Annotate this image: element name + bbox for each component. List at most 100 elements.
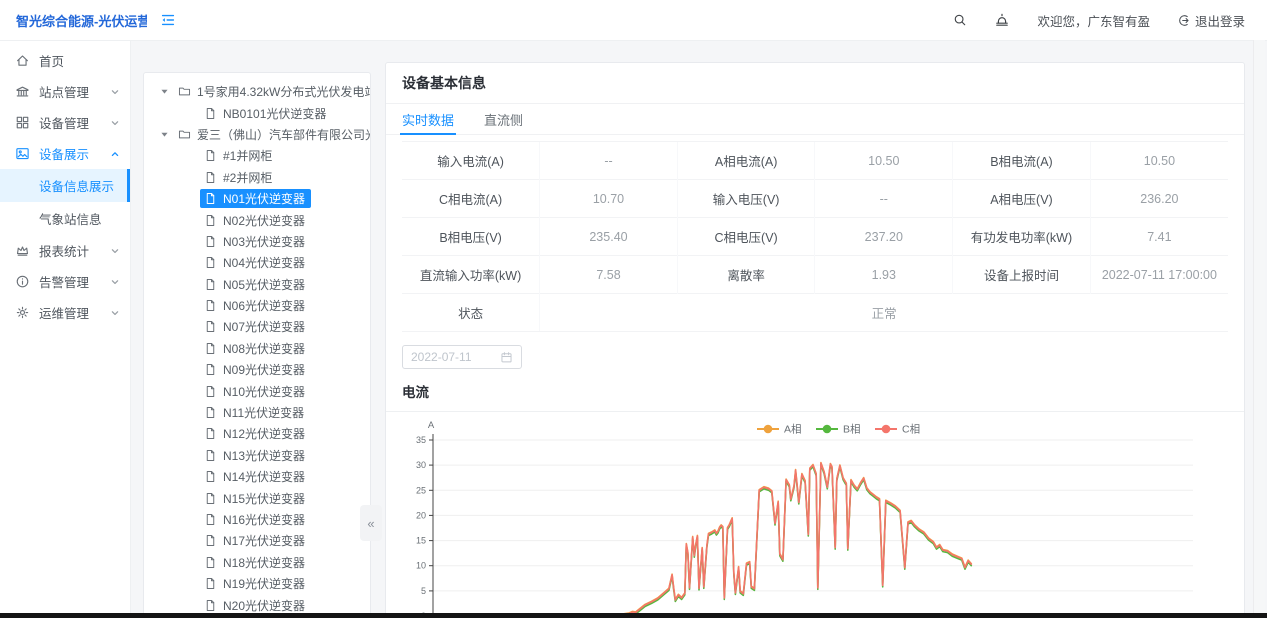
tree-collapse-handle[interactable]: « xyxy=(360,505,382,541)
tree-node-label: N08光伏逆变器 xyxy=(223,340,305,357)
info-value: 10.50 xyxy=(815,142,953,180)
svg-text:A: A xyxy=(428,420,435,431)
date-picker[interactable]: 2022-07-11 xyxy=(402,345,522,369)
sidebar-item-home[interactable]: 首页 xyxy=(0,45,130,76)
sidebar-subitem-weather-station-info[interactable]: 气象站信息 xyxy=(0,202,130,235)
info-label: 输入电压(V) xyxy=(677,180,815,218)
sidebar-item-label: 报表统计 xyxy=(39,241,89,260)
menu-fold-icon[interactable] xyxy=(160,12,176,28)
sidebar-item-label: 设备管理 xyxy=(39,113,89,132)
sidebar-item-report-stats[interactable]: 报表统计 xyxy=(0,235,130,266)
sidebar-item-site-mgmt[interactable]: 站点管理 xyxy=(0,76,130,107)
page-scrollbar[interactable] xyxy=(1253,40,1265,613)
table-row: 直流输入功率(kW)7.58离散率1.93设备上报时间2022-07-11 17… xyxy=(402,256,1228,294)
tree-device-node[interactable]: #1并网柜 xyxy=(144,145,370,166)
file-icon xyxy=(204,171,217,184)
table-row: 输入电流(A)--A相电流(A)10.50B相电流(A)10.50 xyxy=(402,142,1228,180)
sidebar-item-label: 设备展示 xyxy=(39,144,89,163)
tree-device-node[interactable]: N11光伏逆变器 xyxy=(144,402,370,423)
tree-node-label: N11光伏逆变器 xyxy=(223,404,304,421)
file-icon xyxy=(204,427,217,440)
sidebar-subitem-device-info-display[interactable]: 设备信息展示 xyxy=(0,169,130,202)
file-icon xyxy=(204,513,217,526)
tree-device-node[interactable]: NB0101光伏逆变器 xyxy=(144,102,370,123)
tree-node-label: N03光伏逆变器 xyxy=(223,233,305,250)
sidebar-item-alarm-mgmt[interactable]: 告警管理 xyxy=(0,266,130,297)
folder-icon xyxy=(178,85,191,98)
tree-device-node[interactable]: #2并网柜 xyxy=(144,167,370,188)
file-icon xyxy=(204,363,217,376)
tree-device-node[interactable]: N09光伏逆变器 xyxy=(144,359,370,380)
tree-node-label: N02光伏逆变器 xyxy=(223,212,305,229)
file-icon xyxy=(204,449,217,462)
tree-device-node[interactable]: N19光伏逆变器 xyxy=(144,573,370,594)
file-icon xyxy=(204,278,217,291)
tree-device-node[interactable]: N08光伏逆变器 xyxy=(144,338,370,359)
sidebar: 首页站点管理设备管理设备展示设备信息展示气象站信息报表统计告警管理运维管理 xyxy=(0,40,131,618)
tree-device-node[interactable]: N17光伏逆变器 xyxy=(144,530,370,551)
tree-node-label: #1并网柜 xyxy=(223,147,272,164)
tree-device-node[interactable]: N05光伏逆变器 xyxy=(144,274,370,295)
chevron-down-icon xyxy=(110,246,120,256)
chevron-down-icon xyxy=(110,118,120,128)
tree-folder-node[interactable]: 1号家用4.32kW分布式光伏发电站 xyxy=(144,81,370,102)
sidebar-item-device-display[interactable]: 设备展示 xyxy=(0,138,130,169)
tree-node-label: N16光伏逆变器 xyxy=(223,511,305,528)
tree-node-label: N10光伏逆变器 xyxy=(223,383,305,400)
info-value: 236.20 xyxy=(1090,180,1228,218)
caret-down-icon[interactable] xyxy=(160,87,169,96)
logout-button[interactable]: 退出登录 xyxy=(1177,11,1245,30)
info-value: 2022-07-11 17:00:00 xyxy=(1090,256,1228,294)
svg-text:30: 30 xyxy=(416,460,426,470)
tree-device-node[interactable]: N12光伏逆变器 xyxy=(144,423,370,444)
sidebar-item-label: 告警管理 xyxy=(39,272,89,291)
bank-icon xyxy=(15,84,30,99)
tree-device-node[interactable]: N04光伏逆变器 xyxy=(144,252,370,273)
current-chart: 0510152025303500:0001:0002:0003:0004:000… xyxy=(397,416,1233,618)
tree-device-node[interactable]: N03光伏逆变器 xyxy=(144,231,370,252)
info-circle-icon xyxy=(15,274,30,289)
tree-device-node[interactable]: N01光伏逆变器 xyxy=(144,188,370,209)
svg-text:35: 35 xyxy=(416,435,426,445)
file-icon xyxy=(204,470,217,483)
table-row: C相电流(A)10.70输入电压(V)--A相电压(V)236.20 xyxy=(402,180,1228,218)
tree-device-node[interactable]: N18光伏逆变器 xyxy=(144,552,370,573)
svg-text:5: 5 xyxy=(421,586,426,596)
tree-device-node[interactable]: N06光伏逆变器 xyxy=(144,295,370,316)
info-label: C相电压(V) xyxy=(677,218,815,256)
tree-device-node[interactable]: N07光伏逆变器 xyxy=(144,316,370,337)
svg-text:20: 20 xyxy=(416,510,426,520)
caret-down-icon[interactable] xyxy=(160,130,169,139)
info-value: 10.50 xyxy=(1090,142,1228,180)
tree-node-label: N12光伏逆变器 xyxy=(223,425,305,442)
tree-node-label: N14光伏逆变器 xyxy=(223,468,305,485)
search-icon[interactable] xyxy=(953,13,967,27)
file-icon xyxy=(204,534,217,547)
tab-dc-side[interactable]: 直流侧 xyxy=(484,104,523,134)
tree-device-node[interactable]: N13光伏逆变器 xyxy=(144,445,370,466)
date-picker-value: 2022-07-11 xyxy=(411,350,472,364)
tree-device-node[interactable]: N14光伏逆变器 xyxy=(144,466,370,487)
tree-device-node[interactable]: N02光伏逆变器 xyxy=(144,209,370,230)
file-icon xyxy=(204,406,217,419)
chevron-down-icon xyxy=(110,277,120,287)
tree-device-node[interactable]: N10光伏逆变器 xyxy=(144,380,370,401)
info-value: 1.93 xyxy=(815,256,953,294)
tree-device-node[interactable]: N16光伏逆变器 xyxy=(144,509,370,530)
sidebar-item-device-mgmt[interactable]: 设备管理 xyxy=(0,107,130,138)
tree-node-label: N13光伏逆变器 xyxy=(223,447,305,464)
status-row: 状态正常 xyxy=(402,294,1228,332)
info-value: 235.40 xyxy=(540,218,678,256)
tree-folder-node[interactable]: 爱三（佛山）汽车部件有限公司光伏发 xyxy=(144,124,370,145)
file-icon xyxy=(204,235,217,248)
sidebar-item-ops-mgmt[interactable]: 运维管理 xyxy=(0,297,130,328)
alarm-icon[interactable] xyxy=(994,12,1010,28)
chevron-up-icon xyxy=(110,149,120,159)
svg-text:15: 15 xyxy=(416,536,426,546)
tree-node-label: N04光伏逆变器 xyxy=(223,254,305,271)
tree-device-node[interactable]: N15光伏逆变器 xyxy=(144,487,370,508)
tab-realtime-data[interactable]: 实时数据 xyxy=(402,104,454,134)
file-icon xyxy=(204,149,217,162)
info-value: 7.41 xyxy=(1090,218,1228,256)
sidebar-item-label: 运维管理 xyxy=(39,303,89,322)
